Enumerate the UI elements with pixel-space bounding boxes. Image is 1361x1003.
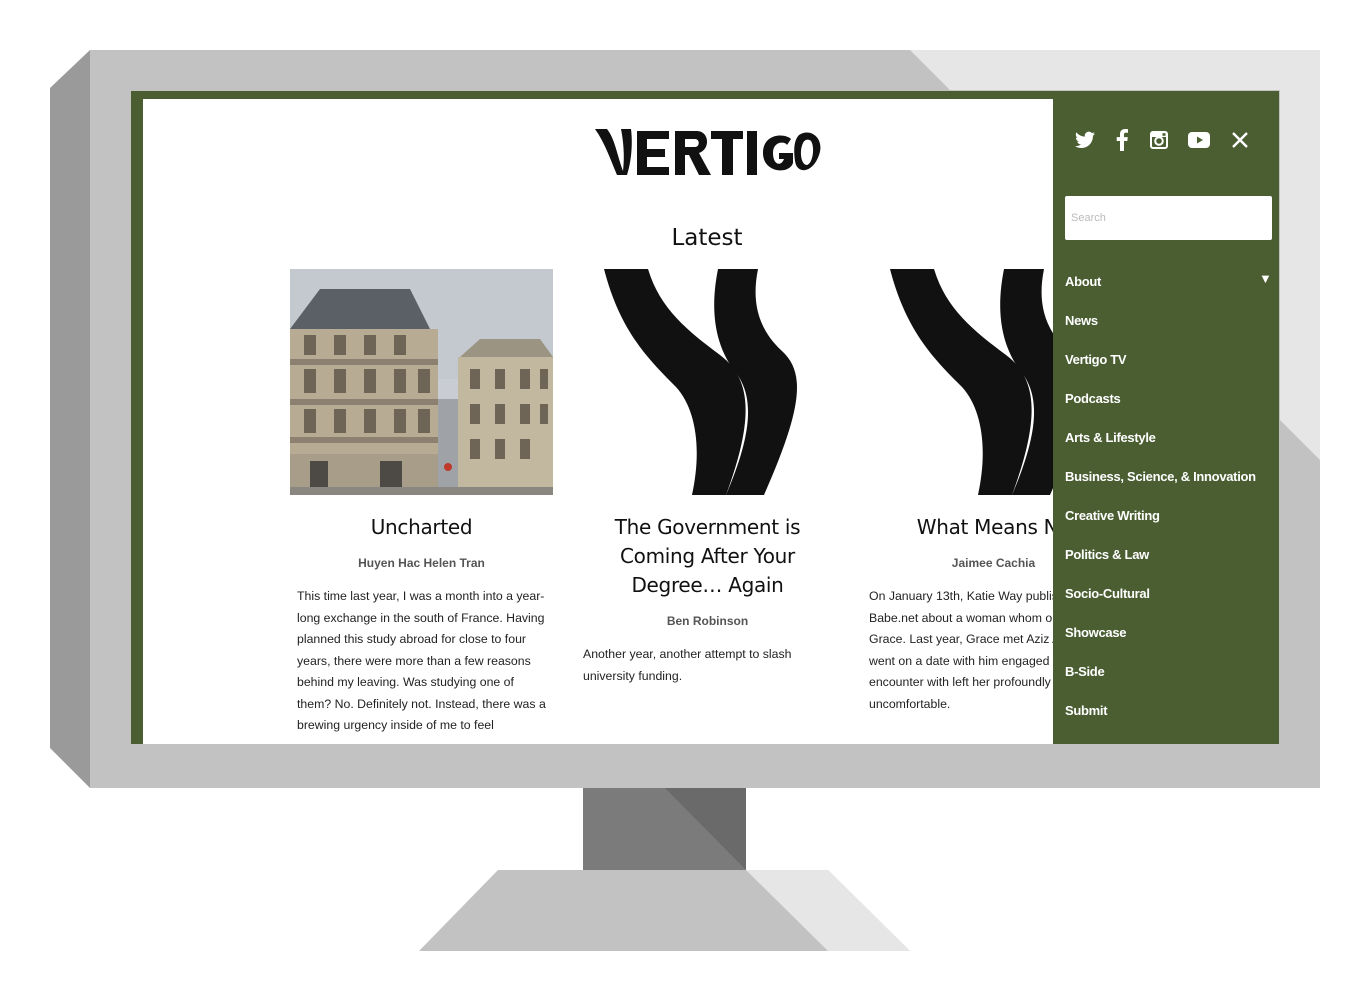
nav-item-showcase[interactable]: Showcase bbox=[1065, 618, 1256, 657]
nav-item-about[interactable]: About bbox=[1065, 267, 1256, 306]
search-input[interactable] bbox=[1065, 196, 1272, 240]
screen: Latest Uncharted Huyen Hac Helen Tran Th… bbox=[131, 91, 1279, 744]
article-image-v-logo[interactable] bbox=[576, 269, 839, 495]
main-page: Latest Uncharted Huyen Hac Helen Tran Th… bbox=[143, 99, 1053, 744]
article-author[interactable]: Jaimee Cachia bbox=[862, 556, 1053, 570]
article-title[interactable]: The Government is Coming After Your Degr… bbox=[576, 513, 839, 600]
article-author[interactable]: Huyen Hac Helen Tran bbox=[290, 556, 553, 570]
youtube-icon[interactable] bbox=[1186, 127, 1212, 153]
nav-item-socio-cultural[interactable]: Socio-Cultural bbox=[1065, 579, 1256, 618]
nav-menu: About News Vertigo TV Podcasts Arts & Li… bbox=[1065, 267, 1256, 735]
article-image-building[interactable] bbox=[290, 269, 553, 495]
article-card[interactable]: Uncharted Huyen Hac Helen Tran This time… bbox=[290, 269, 553, 737]
about-dropdown-caret-icon[interactable]: ▼ bbox=[1259, 271, 1272, 286]
article-title[interactable]: What Means No bbox=[862, 513, 1053, 542]
side-nav-drawer: ▼ About News Vertigo TV Podcasts Arts & … bbox=[1053, 91, 1279, 744]
article-image-v-logo[interactable] bbox=[862, 269, 1053, 495]
nav-item-creative-writing[interactable]: Creative Writing bbox=[1065, 501, 1256, 540]
nav-item-news[interactable]: News bbox=[1065, 306, 1256, 345]
nav-item-arts-lifestyle[interactable]: Arts & Lifestyle bbox=[1065, 423, 1256, 462]
nav-item-vertigo-tv[interactable]: Vertigo TV bbox=[1065, 345, 1256, 384]
article-excerpt: On January 13th, Katie Way published on … bbox=[869, 589, 1053, 711]
article-author[interactable]: Ben Robinson bbox=[576, 614, 839, 628]
article-title[interactable]: Uncharted bbox=[290, 513, 553, 542]
nav-item-podcasts[interactable]: Podcasts bbox=[1065, 384, 1256, 423]
article-excerpt: Another year, another attempt to slash u… bbox=[583, 647, 792, 683]
nav-item-business-science-innovation[interactable]: Business, Science, & Innovation bbox=[1065, 462, 1256, 501]
facebook-icon[interactable] bbox=[1109, 127, 1135, 153]
twitter-icon[interactable] bbox=[1072, 127, 1098, 153]
site-logo[interactable] bbox=[593, 125, 823, 179]
nav-item-politics-law[interactable]: Politics & Law bbox=[1065, 540, 1256, 579]
nav-item-submit[interactable]: Submit bbox=[1065, 696, 1256, 735]
section-title: Latest bbox=[671, 225, 743, 251]
article-card[interactable]: What Means No Jaimee Cachia On January 1… bbox=[862, 269, 1053, 715]
close-icon[interactable] bbox=[1227, 127, 1253, 153]
article-card[interactable]: The Government is Coming After Your Degr… bbox=[576, 269, 839, 687]
instagram-icon[interactable] bbox=[1146, 127, 1172, 153]
nav-item-b-side[interactable]: B-Side bbox=[1065, 657, 1256, 696]
article-excerpt: This time last year, I was a month into … bbox=[297, 589, 546, 732]
